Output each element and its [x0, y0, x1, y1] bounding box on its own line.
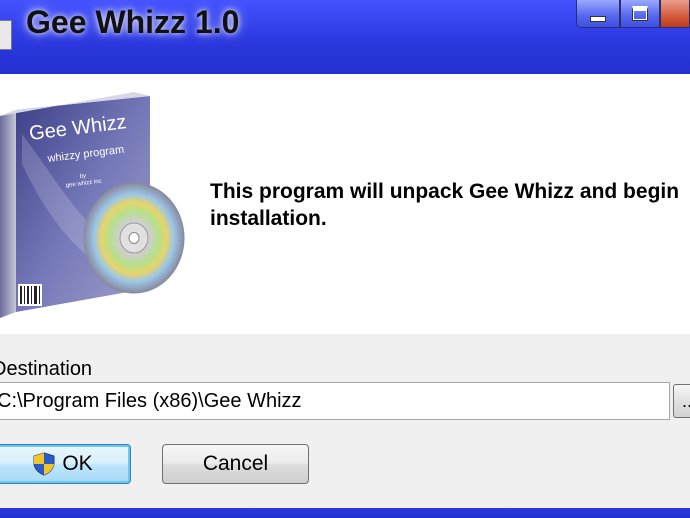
cd-disc-icon: [83, 182, 185, 294]
dialog-body: Gee Whizz whizzy program by gee whizz in…: [0, 74, 690, 508]
title-bar[interactable]: Gee Whizz 1.0: [0, 0, 690, 74]
window-controls: [576, 0, 690, 32]
box-side: [0, 110, 16, 318]
window-bottom-border: [0, 508, 690, 518]
maximize-icon: [632, 6, 648, 21]
box-by-line: by: [80, 173, 87, 180]
app-icon[interactable]: [0, 20, 12, 50]
minimize-icon: [590, 15, 606, 22]
uac-shield-icon: [33, 452, 55, 476]
browse-button[interactable]: ...: [673, 384, 690, 418]
cancel-button[interactable]: Cancel: [162, 444, 309, 484]
ok-button-label: OK: [62, 452, 93, 475]
close-button[interactable]: [660, 0, 690, 28]
barcode-icon: [18, 284, 42, 306]
destination-label: Destination: [0, 358, 93, 380]
product-box-image: Gee Whizz whizzy program by gee whizz in…: [0, 92, 185, 318]
cancel-button-label: Cancel: [202, 452, 269, 475]
window-title: Gee Whizz 1.0: [26, 4, 240, 40]
ok-button[interactable]: OK: [0, 444, 131, 484]
destination-path-input[interactable]: [0, 382, 670, 420]
banner: Gee Whizz whizzy program by gee whizz in…: [0, 74, 690, 334]
install-message: This program will unpack Gee Whizz and b…: [210, 180, 680, 230]
minimize-button[interactable]: [576, 0, 620, 28]
maximize-button[interactable]: [620, 0, 660, 28]
